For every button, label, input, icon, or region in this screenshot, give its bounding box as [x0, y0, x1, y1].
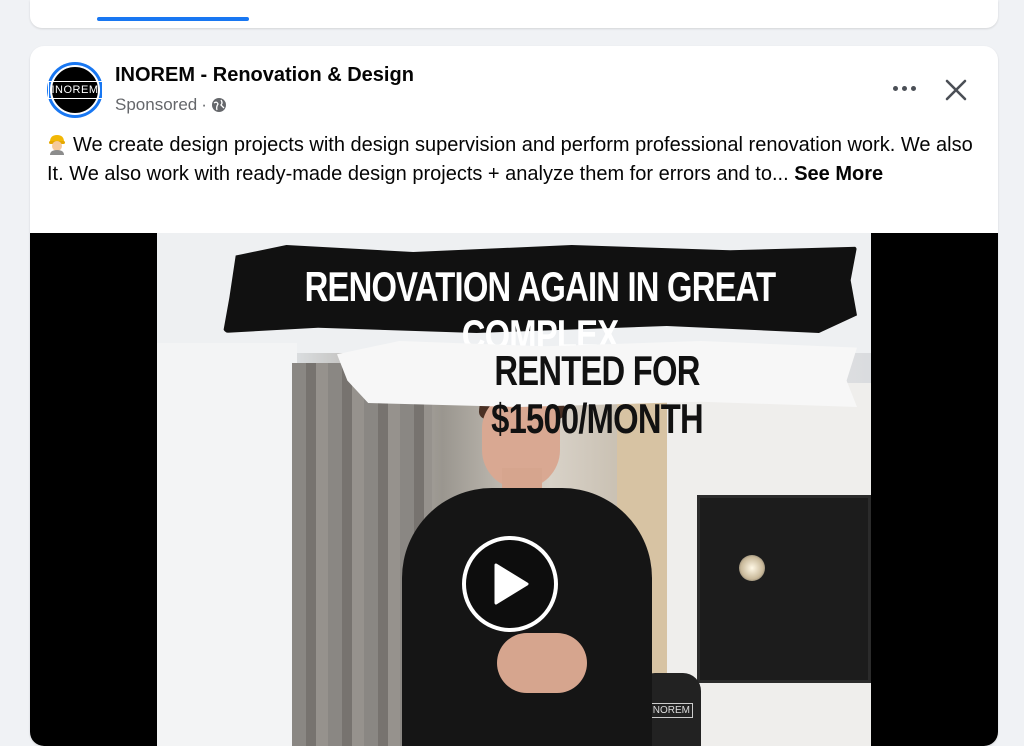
construction-worker-icon — [47, 133, 67, 155]
video-frame: INOREM RENOVATION AGAIN IN GREAT COMPLEX… — [157, 233, 871, 746]
more-options-icon — [892, 85, 898, 91]
video-headline-2: RENTED FOR $1500/MONTH — [491, 347, 704, 442]
page-avatar[interactable]: INOREM — [47, 62, 103, 118]
play-button[interactable] — [462, 536, 558, 632]
hide-post-button[interactable] — [940, 74, 972, 106]
see-more-link[interactable]: See More — [794, 163, 883, 185]
post-text: We create design projects with design su… — [47, 131, 987, 189]
active-tab-indicator — [97, 17, 249, 21]
more-options-button[interactable] — [886, 76, 922, 100]
play-icon — [494, 563, 529, 605]
chair-logo: INOREM — [647, 703, 693, 718]
post-meta: Sponsored · — [115, 95, 227, 115]
close-icon — [945, 79, 967, 101]
wall-tv — [697, 495, 871, 683]
sponsored-label[interactable]: Sponsored — [115, 95, 197, 115]
sheer-curtain — [157, 343, 297, 746]
sponsored-post: INOREM INOREM - Renovation & Design Spon… — [30, 46, 998, 746]
video-player[interactable]: INOREM RENOVATION AGAIN IN GREAT COMPLEX… — [30, 233, 998, 746]
wall-lamp — [739, 555, 765, 581]
previous-post-card — [30, 0, 998, 28]
meta-separator: · — [201, 95, 207, 114]
globe-icon — [211, 97, 227, 113]
avatar-logo: INOREM — [47, 81, 103, 99]
page-name-link[interactable]: INOREM - Renovation & Design — [115, 64, 414, 87]
